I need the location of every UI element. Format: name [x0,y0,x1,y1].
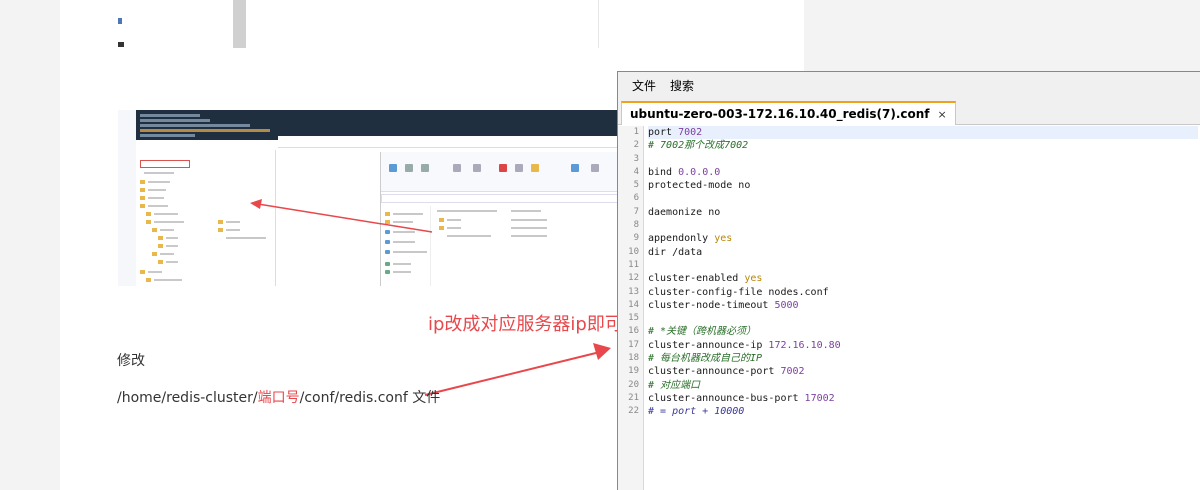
paragraph-edit: 修改 [117,353,145,369]
code-token: # = port + 10000 [648,406,745,418]
code-line[interactable]: cluster-announce-ip 172.16.10.80 [648,339,1198,352]
line-number: 20 [628,379,639,390]
code-token: port [648,127,679,138]
code-token: cluster-config-file nodes.conf [648,286,829,298]
line-number: 19 [628,366,639,377]
arrow-head [250,199,262,209]
code-token: protected-mode no [648,180,751,192]
code-line[interactable]: cluster-announce-bus-port 17002 [648,392,1198,405]
code-line[interactable]: cluster-announce-port 7002 [648,365,1198,378]
menu-search[interactable]: 搜索 [670,77,694,94]
path-suffix: /conf/redis.conf 文件 [299,390,441,406]
line-number: 9 [633,233,639,244]
code-area[interactable]: 1 2 3 4 5 6 7 8 9 10 11 12 13 14 15 16 17 18 19 20 21 22 port… [618,126,1200,490]
line-number: 3 [633,153,639,164]
paragraph-path: /home/redis-cluster/端口号/conf/redis.conf … [117,387,440,407]
line-number: 17 [628,339,639,350]
code-token: cluster-announce-port [648,366,781,378]
code-line[interactable]: cluster-enabled yes [648,272,1198,285]
code-token: # *关键（跨机器必须） [648,326,757,338]
code-token: bind [648,166,679,178]
code-line[interactable] [648,219,1198,232]
line-number: 2 [633,140,639,151]
code-token: cluster-announce-ip [648,339,769,351]
code-token: yes [744,273,763,285]
code-line[interactable]: protected-mode no [648,179,1198,192]
code-token: yes [714,233,733,245]
code-token: daemonize no [648,206,721,218]
menu-file[interactable]: 文件 [632,77,656,94]
code-content[interactable]: port 7002 # 7002那个改成7002 bind 0.0.0.0 prot… [648,126,1198,419]
arrow-head [593,343,611,360]
code-line[interactable]: bind 0.0.0.0 [648,166,1198,179]
close-icon[interactable]: × [938,108,947,121]
code-token: cluster-node-timeout [648,299,775,311]
line-number: 6 [633,193,639,204]
code-line[interactable]: appendonly yes [648,232,1198,245]
code-line[interactable] [648,259,1198,272]
code-token: # 对应端口 [648,379,701,391]
code-line[interactable]: cluster-node-timeout 5000 [648,299,1198,312]
code-token: # 7002那个改成7002 [648,140,749,152]
line-number: 10 [628,246,639,257]
code-line[interactable]: # 对应端口 [648,379,1198,392]
path-highlight: 端口号 [257,390,300,406]
code-line[interactable] [648,153,1198,166]
code-line[interactable]: # = port + 10000 [648,405,1198,418]
arrow-to-editor [424,351,601,396]
code-line[interactable]: # *关键（跨机器必须） [648,325,1198,338]
line-number: 22 [628,406,639,417]
code-token: # 每台机器改成自己的IP [648,353,763,365]
line-number: 4 [633,166,639,177]
code-line[interactable]: daemonize no [648,206,1198,219]
line-number: 5 [633,180,639,191]
line-number: 16 [628,326,639,337]
arrow-to-compose-file [257,203,433,233]
editor-tab[interactable]: ubuntu-zero-003-172.16.10.40_redis(7).co… [621,101,956,125]
line-number: 13 [628,286,639,297]
line-number: 21 [628,392,639,403]
code-token: 17002 [804,392,835,404]
code-token: cluster-announce-bus-port [648,392,805,404]
line-number: 1 [633,127,639,137]
code-token: 5000 [774,299,799,311]
text-editor-window: 文件 搜索 ubuntu-zero-003-172.16.10.40_redis… [617,71,1200,490]
path-prefix: /home/redis-cluster/ [117,390,258,406]
line-number-gutter: 1 2 3 4 5 6 7 8 9 10 11 12 13 14 15 16 17 18 19 20 21 22 [618,126,644,490]
line-number: 18 [628,353,639,364]
editor-menubar: 文件 搜索 [618,72,1200,99]
code-token: cluster-enabled [648,273,745,285]
code-token: dir /data [648,246,703,258]
editor-tabbar: ubuntu-zero-003-172.16.10.40_redis(7).co… [618,99,1200,125]
tab-title: ubuntu-zero-003-172.16.10.40_redis(7).co… [630,107,930,121]
code-line[interactable]: # 每台机器改成自己的IP [648,352,1198,365]
code-line[interactable]: port 7002 [648,126,1198,140]
code-token: 0.0.0.0 [678,166,721,178]
code-token: 7002 [678,127,703,138]
line-number: 11 [628,259,639,270]
line-number: 14 [628,299,639,310]
code-token: 7002 [780,366,805,378]
annotation-text: ip改成对应服务器ip即可 [428,314,623,335]
code-token: 172.16.10.80 [768,339,841,351]
code-line[interactable]: cluster-config-file nodes.conf [648,286,1198,299]
line-number: 15 [628,313,639,324]
code-line[interactable] [648,312,1198,325]
line-number: 7 [633,206,639,217]
line-number: 12 [628,273,639,284]
line-number: 8 [633,220,639,231]
code-line[interactable] [648,192,1198,205]
code-token: appendonly [648,233,715,245]
code-line[interactable]: dir /data [648,246,1198,259]
code-line[interactable]: # 7002那个改成7002 [648,139,1198,152]
